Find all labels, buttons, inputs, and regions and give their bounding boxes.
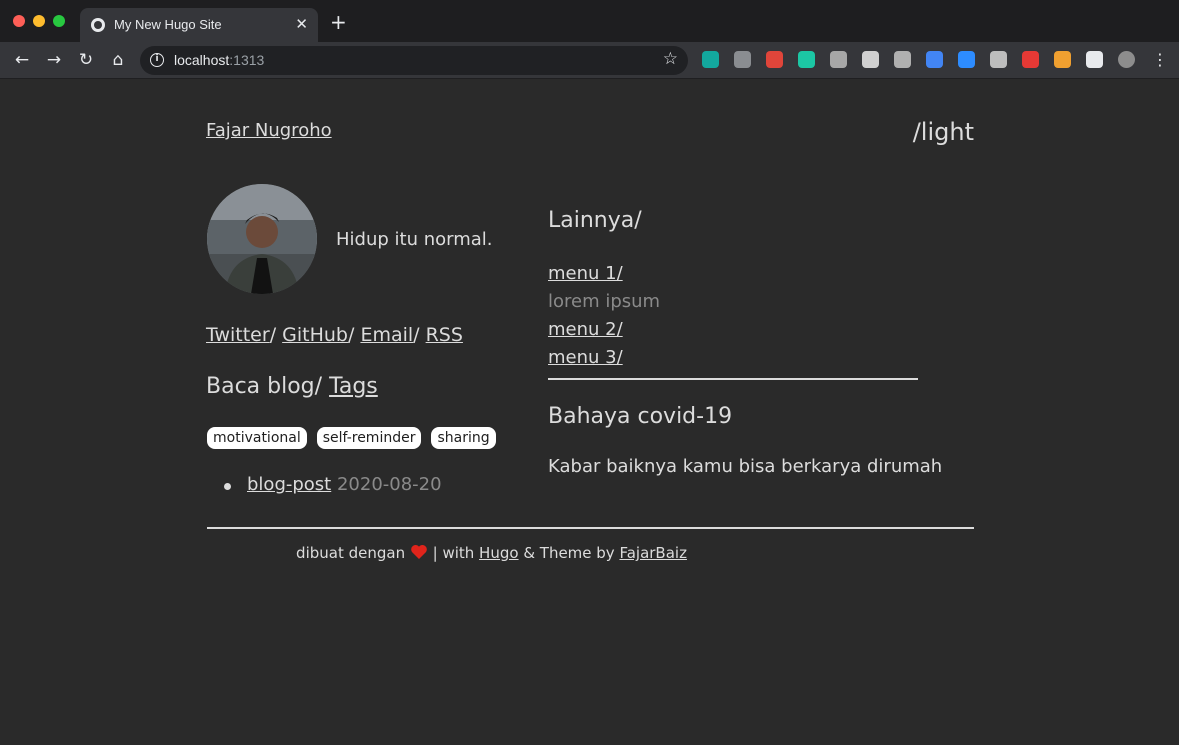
separator: / (413, 324, 426, 346)
menu-kebab-icon[interactable]: ⋮ (1152, 51, 1168, 69)
separator: / (269, 324, 283, 346)
hugo-link[interactable]: Hugo (479, 544, 519, 562)
profile-avatar-icon[interactable] (1118, 51, 1135, 68)
minimize-window-button[interactable] (33, 15, 45, 27)
github-link[interactable]: GitHub (282, 324, 348, 346)
covid-text: Kabar baiknya kamu bisa berkarya dirumah (548, 456, 943, 477)
color-wheel-extension-icon[interactable] (766, 51, 783, 68)
tag-list: motivational self-reminder sharing (207, 427, 496, 449)
browser-toolbar: ← → ↻ ⌂ i localhost:1313 ☆ ⋮ (0, 42, 1179, 79)
tagline: Hidup itu normal. (336, 229, 493, 250)
page-content: Fajar Nugroho /light Hidup itu normal. T… (0, 80, 1179, 745)
menu-item-1[interactable]: menu 1/ (548, 263, 623, 284)
close-tab-icon[interactable]: ✕ (295, 16, 308, 32)
tag-motivational[interactable]: motivational (207, 427, 307, 449)
rocket-extension-icon[interactable] (1022, 51, 1039, 68)
mushroom-extension-icon[interactable] (1054, 51, 1071, 68)
twitter-link[interactable]: Twitter (206, 324, 270, 346)
zoom-extension-icon[interactable] (958, 51, 975, 68)
site-title-link[interactable]: Fajar Nugroho (206, 120, 332, 141)
post-date: 2020-08-20 (336, 474, 442, 495)
home-icon[interactable]: ⌂ (107, 49, 129, 71)
menu-list: menu 1/ lorem ipsum menu 2/ menu 3/ (548, 260, 660, 372)
email-link[interactable]: Email (360, 324, 413, 346)
n-extension-icon[interactable] (798, 51, 815, 68)
menu-item-3[interactable]: menu 3/ (548, 347, 623, 368)
covid-title: Bahaya covid-19 (548, 404, 733, 429)
footer-divider (207, 527, 974, 529)
author-link[interactable]: FajarBaiz (619, 544, 687, 562)
theme-toggle[interactable]: /light (913, 118, 974, 146)
bullet-icon (224, 483, 231, 490)
tag-sharing[interactable]: sharing (431, 427, 496, 449)
translate-extension-icon[interactable] (926, 51, 943, 68)
tab-title: My New Hugo Site (114, 17, 222, 32)
tag-self-reminder[interactable]: self-reminder (316, 427, 422, 449)
browser-tab[interactable]: My New Hugo Site ✕ (80, 8, 318, 42)
info-icon[interactable]: i (150, 53, 164, 67)
list-item: blog-post 2020-08-20 (224, 474, 442, 495)
address-bar[interactable]: i localhost:1313 ☆ (140, 46, 688, 75)
gear-extension-icon[interactable] (894, 51, 911, 68)
url-text[interactable]: localhost:1313 (174, 52, 264, 68)
forward-icon[interactable]: → (43, 49, 65, 71)
speedometer-extension-icon[interactable] (862, 51, 879, 68)
tags-link[interactable]: Tags (329, 374, 378, 399)
blog-heading: Baca blog/ Tags (206, 374, 378, 399)
m-extension-icon[interactable] (702, 51, 719, 68)
divider (548, 378, 918, 380)
footer: dibuat dengan | with Hugo & Theme by Faj… (296, 544, 687, 562)
rss-link[interactable]: RSS (426, 324, 463, 346)
pig-extension-icon[interactable] (830, 51, 847, 68)
office-extension-icon[interactable] (990, 51, 1007, 68)
heart-icon (411, 544, 427, 559)
social-links: Twitter/ GitHub/ Email/ RSS (206, 324, 463, 346)
reload-icon[interactable]: ↻ (75, 49, 97, 71)
globe-icon (91, 18, 105, 32)
back-icon[interactable]: ← (11, 49, 33, 71)
new-tab-button[interactable]: + (330, 12, 347, 32)
puzzle-extension-icon[interactable] (1086, 51, 1103, 68)
lightbulb-extension-icon[interactable] (734, 51, 751, 68)
close-window-button[interactable] (13, 15, 25, 27)
post-list: blog-post 2020-08-20 (224, 474, 442, 495)
separator: / (347, 324, 361, 346)
post-link[interactable]: blog-post (247, 474, 331, 495)
bookmark-star-icon[interactable]: ☆ (663, 49, 678, 69)
browser-tabstrip: My New Hugo Site ✕ + (0, 0, 1179, 42)
maximize-window-button[interactable] (53, 15, 65, 27)
avatar (207, 184, 317, 294)
menu-item-lorem: lorem ipsum (548, 291, 661, 312)
sidebar-heading: Lainnya/ (548, 208, 642, 233)
menu-item-2[interactable]: menu 2/ (548, 319, 623, 340)
